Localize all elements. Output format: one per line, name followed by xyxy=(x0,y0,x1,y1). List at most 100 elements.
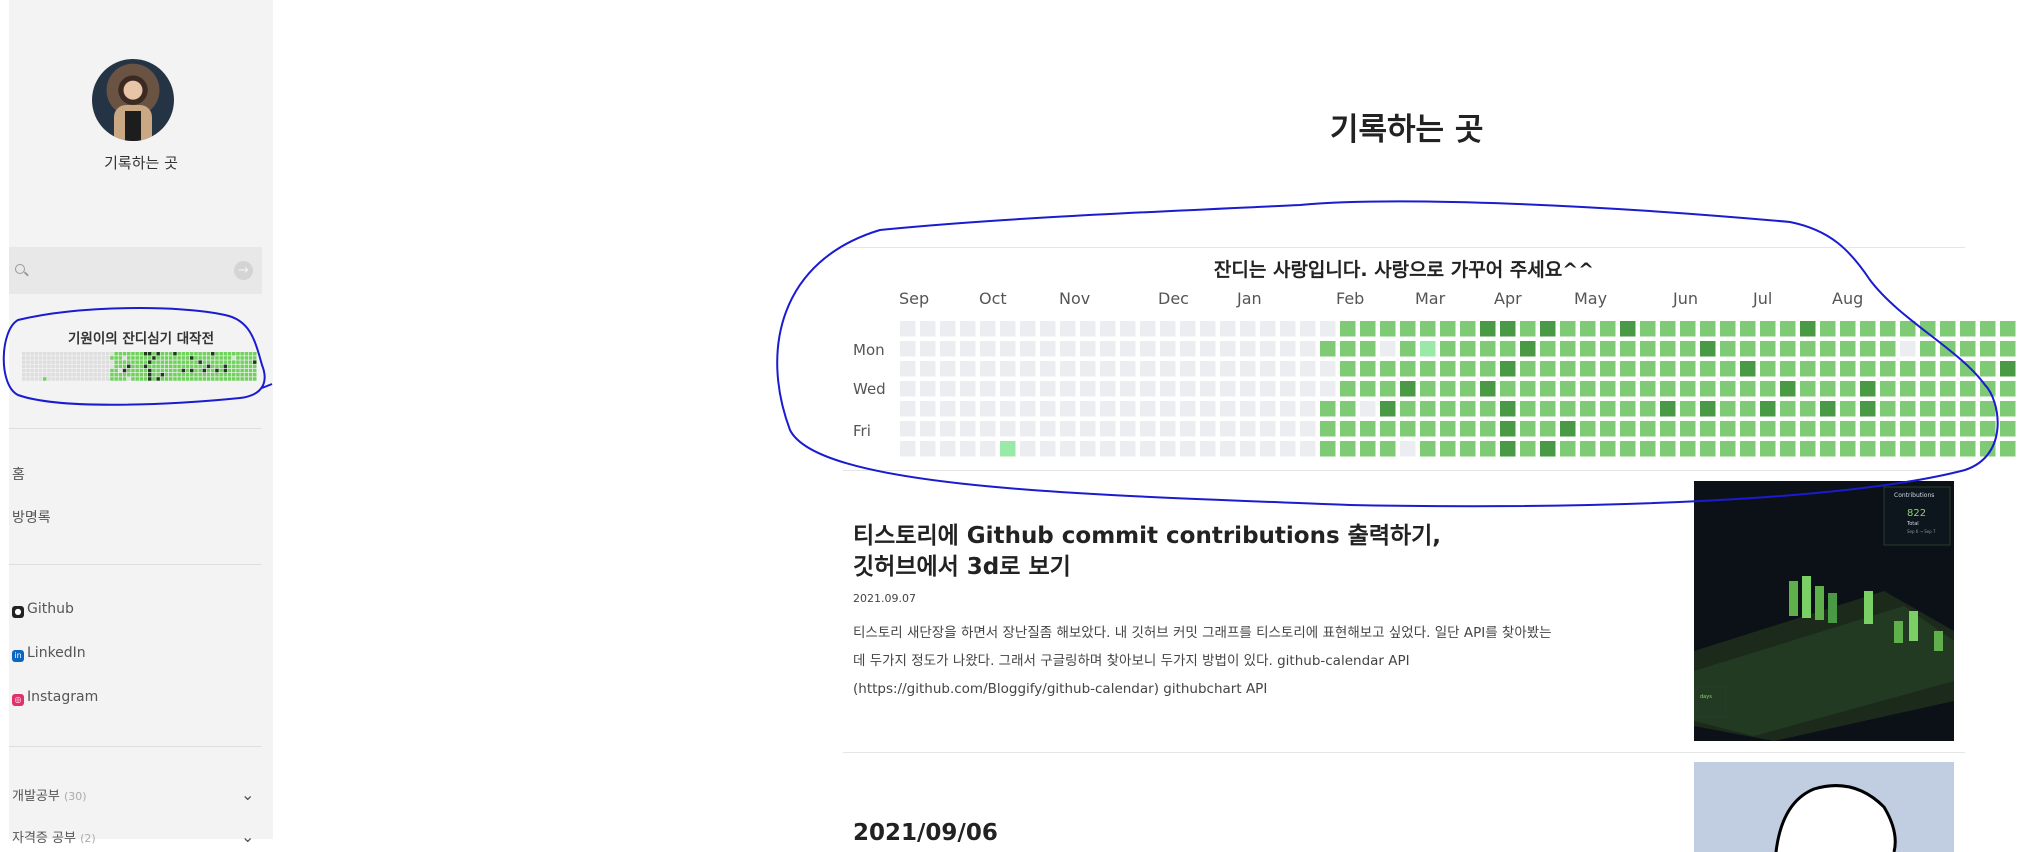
contribution-cell[interactable] xyxy=(1540,401,1556,417)
contribution-cell[interactable] xyxy=(1560,321,1576,337)
contribution-cell[interactable] xyxy=(1240,341,1256,357)
contribution-cell[interactable] xyxy=(1000,341,1016,357)
contribution-cell[interactable] xyxy=(1060,421,1076,437)
contribution-cell[interactable] xyxy=(960,321,976,337)
contribution-cell[interactable] xyxy=(1300,421,1316,437)
contribution-cell[interactable] xyxy=(1780,421,1796,437)
contribution-cell[interactable] xyxy=(1940,381,1956,397)
contribution-cell[interactable] xyxy=(1300,441,1316,457)
contribution-cell[interactable] xyxy=(1740,401,1756,417)
contribution-cell[interactable] xyxy=(1740,421,1756,437)
contribution-cell[interactable] xyxy=(900,421,916,437)
contribution-cell[interactable] xyxy=(1360,441,1376,457)
contribution-cell[interactable] xyxy=(1840,361,1856,377)
contribution-cell[interactable] xyxy=(1160,421,1176,437)
contribution-cell[interactable] xyxy=(1700,441,1716,457)
contribution-cell[interactable] xyxy=(1140,341,1156,357)
contribution-cell[interactable] xyxy=(1500,361,1516,377)
contribution-cell[interactable] xyxy=(1640,341,1656,357)
contribution-cell[interactable] xyxy=(1580,321,1596,337)
contribution-cell[interactable] xyxy=(1960,421,1976,437)
contribution-cell[interactable] xyxy=(1440,341,1456,357)
contribution-cell[interactable] xyxy=(980,441,996,457)
contribution-cell[interactable] xyxy=(1100,401,1116,417)
contribution-cell[interactable] xyxy=(1300,401,1316,417)
contribution-cell[interactable] xyxy=(1480,401,1496,417)
contribution-cell[interactable] xyxy=(1520,441,1536,457)
contribution-cell[interactable] xyxy=(1860,321,1876,337)
contribution-cell[interactable] xyxy=(1700,361,1716,377)
contribution-cell[interactable] xyxy=(1820,361,1836,377)
contribution-cell[interactable] xyxy=(1280,321,1296,337)
contribution-cell[interactable] xyxy=(1440,381,1456,397)
contribution-cell[interactable] xyxy=(1980,441,1996,457)
contribution-cell[interactable] xyxy=(1180,321,1196,337)
contribution-cell[interactable] xyxy=(1380,381,1396,397)
contribution-cell[interactable] xyxy=(1040,441,1056,457)
contribution-cell[interactable] xyxy=(1000,361,1016,377)
contribution-cell[interactable] xyxy=(1260,441,1276,457)
contribution-cell[interactable] xyxy=(1400,321,1416,337)
contribution-cell[interactable] xyxy=(1800,361,1816,377)
contribution-cell[interactable] xyxy=(1540,341,1556,357)
contribution-cell[interactable] xyxy=(1860,361,1876,377)
contribution-cell[interactable] xyxy=(1800,341,1816,357)
contribution-cell[interactable] xyxy=(1040,321,1056,337)
contribution-cell[interactable] xyxy=(920,341,936,357)
contribution-cell[interactable] xyxy=(1600,421,1616,437)
contribution-cell[interactable] xyxy=(1220,441,1236,457)
contribution-cell[interactable] xyxy=(1120,341,1136,357)
contribution-cell[interactable] xyxy=(1380,421,1396,437)
contribution-cell[interactable] xyxy=(1580,421,1596,437)
contribution-cell[interactable] xyxy=(1680,441,1696,457)
contribution-cell[interactable] xyxy=(1080,341,1096,357)
contribution-cell[interactable] xyxy=(1300,341,1316,357)
contribution-cell[interactable] xyxy=(1920,381,1936,397)
contribution-cell[interactable] xyxy=(1080,361,1096,377)
contribution-cell[interactable] xyxy=(1560,381,1576,397)
contribution-cell[interactable] xyxy=(1100,381,1116,397)
contribution-cell[interactable] xyxy=(1620,401,1636,417)
contribution-cell[interactable] xyxy=(980,341,996,357)
contribution-cell[interactable] xyxy=(1320,341,1336,357)
contribution-cell[interactable] xyxy=(1880,321,1896,337)
contribution-cell[interactable] xyxy=(1140,421,1156,437)
contribution-cell[interactable] xyxy=(2000,421,2016,437)
contribution-cell[interactable] xyxy=(1660,361,1676,377)
contribution-cell[interactable] xyxy=(1400,441,1416,457)
contribution-cell[interactable] xyxy=(1900,381,1916,397)
contribution-cell[interactable] xyxy=(920,381,936,397)
contribution-cell[interactable] xyxy=(1200,321,1216,337)
contribution-cell[interactable] xyxy=(1260,401,1276,417)
contribution-cell[interactable] xyxy=(1880,341,1896,357)
contribution-cell[interactable] xyxy=(1940,361,1956,377)
contribution-cell[interactable] xyxy=(1520,401,1536,417)
contribution-cell[interactable] xyxy=(1540,361,1556,377)
contribution-cell[interactable] xyxy=(1840,421,1856,437)
contribution-cell[interactable] xyxy=(1100,321,1116,337)
contribution-cell[interactable] xyxy=(1640,401,1656,417)
contribution-cell[interactable] xyxy=(1740,381,1756,397)
contribution-cell[interactable] xyxy=(1900,421,1916,437)
contribution-cell[interactable] xyxy=(1780,381,1796,397)
contribution-cell[interactable] xyxy=(1220,421,1236,437)
contribution-cell[interactable] xyxy=(1660,341,1676,357)
contribution-cell[interactable] xyxy=(1760,321,1776,337)
contribution-cell[interactable] xyxy=(1640,381,1656,397)
contribution-cell[interactable] xyxy=(980,421,996,437)
contribution-cell[interactable] xyxy=(1060,321,1076,337)
contribution-cell[interactable] xyxy=(1280,341,1296,357)
contribution-cell[interactable] xyxy=(1800,421,1816,437)
contribution-cell[interactable] xyxy=(1740,341,1756,357)
contribution-cell[interactable] xyxy=(940,421,956,437)
contribution-cell[interactable] xyxy=(920,321,936,337)
contribution-cell[interactable] xyxy=(1800,321,1816,337)
contribution-cell[interactable] xyxy=(1780,361,1796,377)
contribution-cell[interactable] xyxy=(1000,381,1016,397)
contribution-cell[interactable] xyxy=(1140,441,1156,457)
contribution-cell[interactable] xyxy=(1080,441,1096,457)
contribution-cell[interactable] xyxy=(2000,361,2016,377)
contribution-cell[interactable] xyxy=(1280,381,1296,397)
contribution-cell[interactable] xyxy=(1240,421,1256,437)
contribution-cell[interactable] xyxy=(1920,341,1936,357)
